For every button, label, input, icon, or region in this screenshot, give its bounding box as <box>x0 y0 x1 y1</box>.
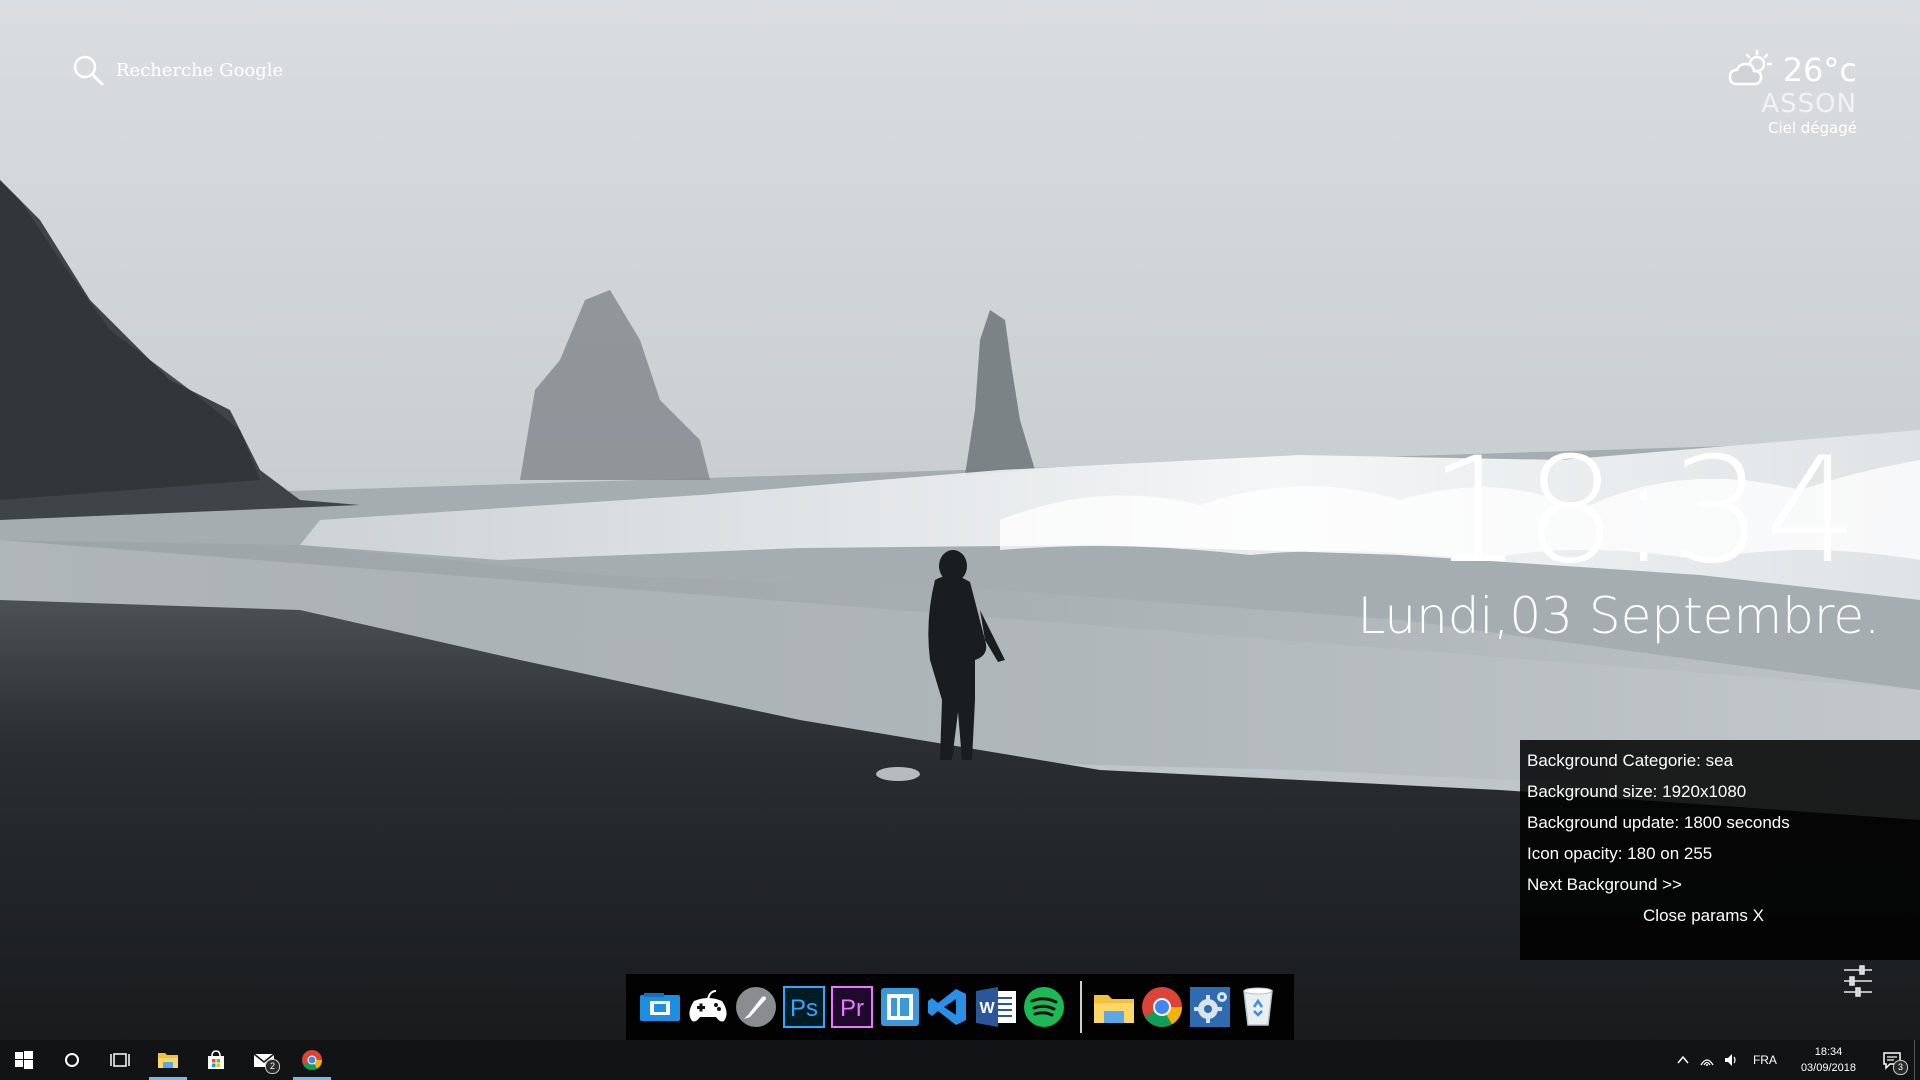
app-dock: Ps Pr W <box>626 974 1294 1040</box>
show-desktop-button[interactable] <box>1914 1040 1920 1080</box>
speaker-icon <box>1724 1054 1736 1066</box>
file-explorer-icon[interactable] <box>1092 985 1136 1029</box>
notification-badge: 3 <box>1893 1060 1908 1075</box>
wifi-icon <box>1700 1059 1714 1066</box>
gamepad-icon[interactable] <box>686 985 730 1029</box>
windows-logo-icon <box>15 1051 33 1069</box>
taskbar-clock[interactable]: 18:34 03/09/2018 <box>1787 1044 1870 1076</box>
remote-desktop-icon[interactable] <box>638 985 682 1029</box>
close-params-link[interactable]: Close params X <box>1527 905 1920 936</box>
param-opacity: Icon opacity: 180 on 255 <box>1527 844 1713 863</box>
weather-widget: 26°c ASSON Ciel dégagé <box>1727 50 1857 138</box>
photoshop-label: Ps <box>790 995 818 1022</box>
file-explorer-icon <box>158 1053 178 1068</box>
show-hidden-icons[interactable] <box>1671 1040 1695 1080</box>
mail-badge: 2 <box>265 1059 280 1074</box>
volume-control[interactable] <box>1719 1040 1743 1080</box>
vscode-icon[interactable] <box>926 985 970 1029</box>
system-tray: FRA 18:34 03/09/2018 3 <box>1671 1040 1920 1080</box>
params-panel: Background Categorie: sea Background siz… <box>1520 740 1920 960</box>
param-category: Background Categorie: sea <box>1527 751 1734 770</box>
chrome-icon[interactable] <box>1140 985 1184 1029</box>
chrome-icon <box>302 1050 323 1071</box>
cortana-circle-icon <box>65 1053 79 1067</box>
input-language[interactable]: FRA <box>1743 1053 1787 1067</box>
google-search-widget[interactable]: Recherche Google <box>72 54 283 86</box>
recycle-bin-icon[interactable] <box>1236 985 1280 1029</box>
taskbar-time: 18:34 <box>1814 1046 1843 1058</box>
settings-gear-icon[interactable] <box>1188 985 1232 1029</box>
dock-separator <box>1080 981 1082 1033</box>
premiere-label: Pr <box>840 995 864 1022</box>
weather-city: ASSON <box>1761 89 1857 119</box>
desktop: Recherche Google 26°c ASSON Ciel dégagé … <box>0 0 1920 1080</box>
launchpad-rocket-icon[interactable] <box>734 985 778 1029</box>
network-status[interactable] <box>1695 1040 1719 1080</box>
store-bag-icon <box>208 1050 224 1069</box>
next-background-link[interactable]: Next Background >> <box>1527 874 1920 905</box>
start-button[interactable] <box>0 1040 48 1080</box>
clock-date: Lundi,03 Septembre. <box>1357 587 1880 645</box>
search-input-placeholder[interactable]: Recherche Google <box>116 60 283 81</box>
taskbar-store[interactable] <box>192 1040 240 1080</box>
action-center-button[interactable]: 3 <box>1870 1040 1914 1080</box>
premiere-icon[interactable]: Pr <box>830 985 874 1029</box>
word-label: W <box>979 1000 995 1017</box>
settings-sliders-icon[interactable] <box>1842 964 1874 998</box>
task-view-button[interactable] <box>96 1040 144 1080</box>
spotify-icon[interactable] <box>1022 985 1066 1029</box>
taskbar-date: 03/09/2018 <box>1800 1062 1856 1074</box>
task-view-icon <box>110 1053 130 1067</box>
chevron-up-icon <box>1677 1055 1689 1064</box>
param-size: Background size: 1920x1080 <box>1527 782 1747 801</box>
photoshop-icon[interactable]: Ps <box>782 985 826 1029</box>
partly-cloudy-icon <box>1728 50 1772 86</box>
search-icon <box>73 55 104 86</box>
clock-time: 18:34 <box>1429 426 1860 596</box>
weather-condition: Ciel dégagé <box>1767 119 1857 137</box>
taskbar-file-explorer[interactable] <box>144 1040 192 1080</box>
taskbar-chrome[interactable] <box>288 1040 336 1080</box>
word-icon[interactable]: W <box>974 985 1018 1029</box>
param-update: Background update: 1800 seconds <box>1527 813 1790 832</box>
cortana-button[interactable] <box>48 1040 96 1080</box>
taskbar: 2 FRA 18:34 03/09/2018 3 <box>0 1040 1920 1080</box>
taskbar-mail[interactable]: 2 <box>240 1040 288 1080</box>
app-window-icon[interactable] <box>878 985 922 1029</box>
temperature: 26°c <box>1782 51 1857 89</box>
